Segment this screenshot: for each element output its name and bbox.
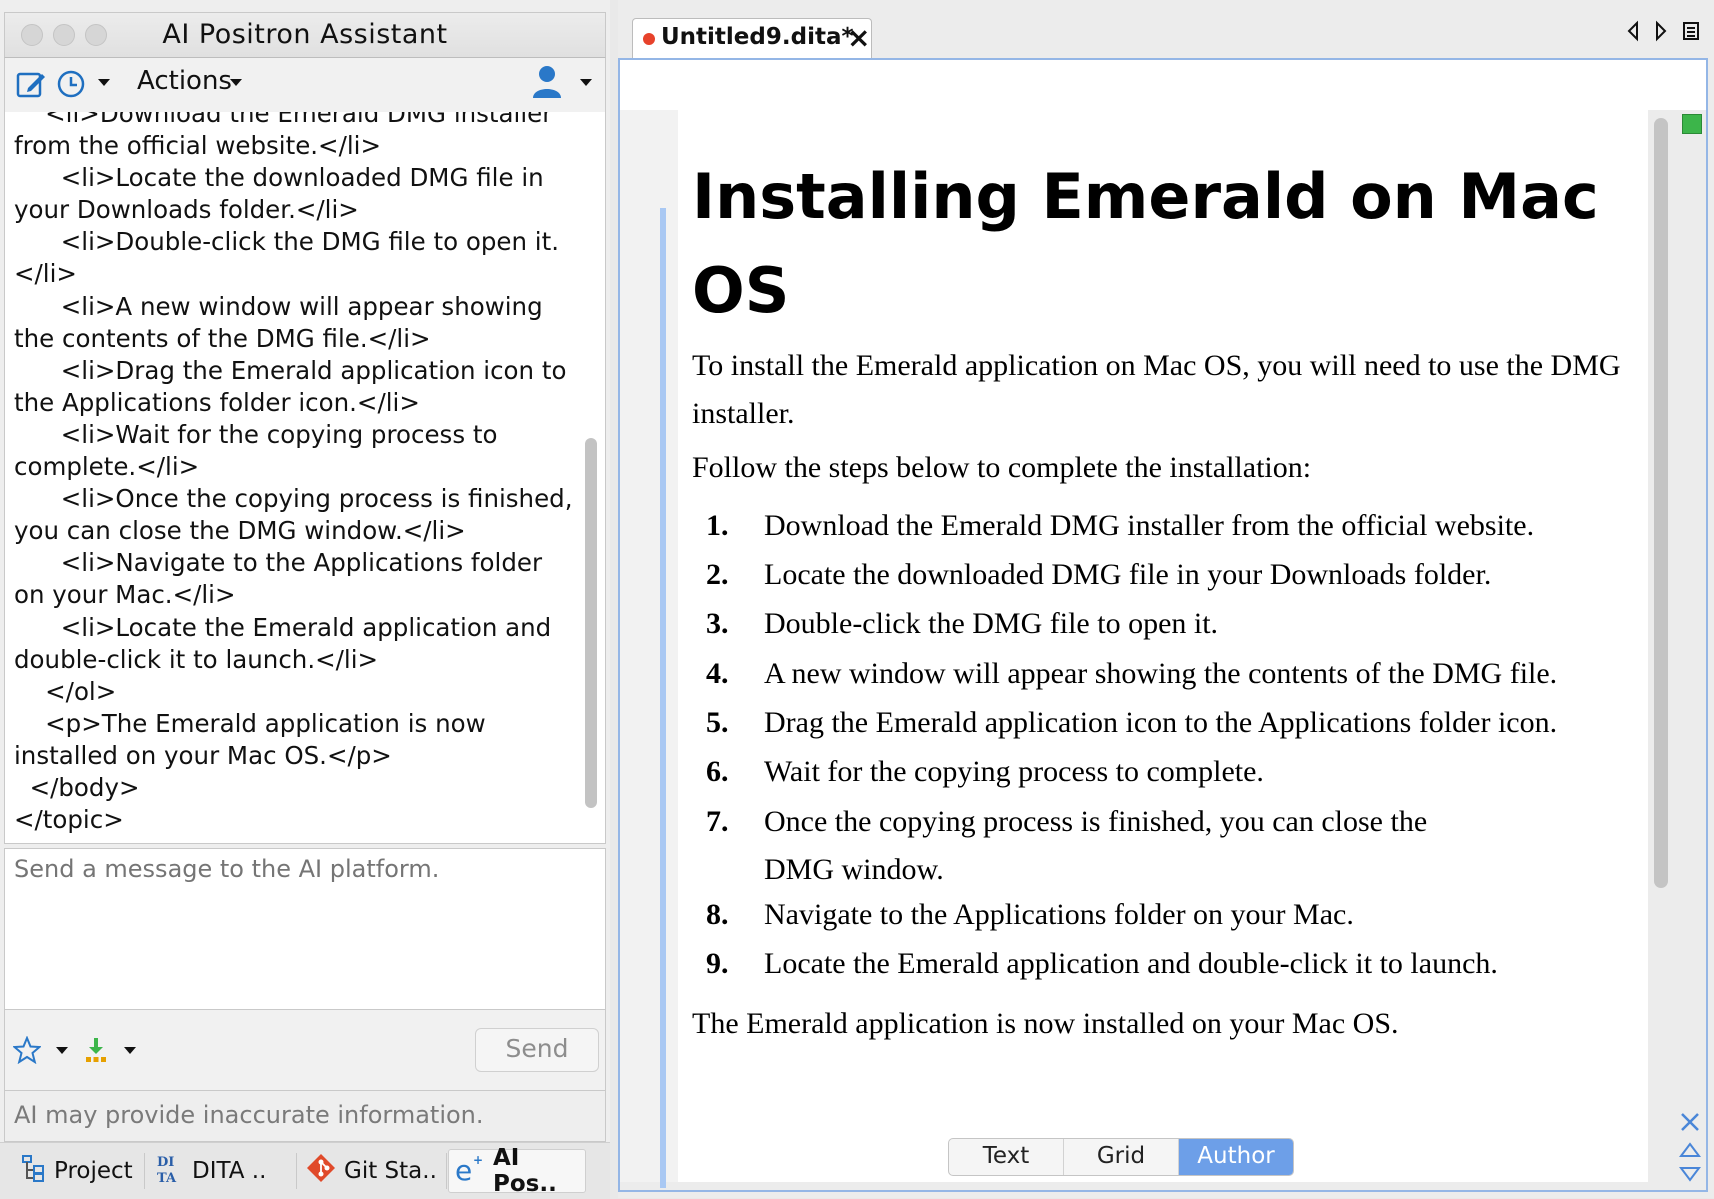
tab-navigation — [1626, 20, 1700, 48]
step-number: 3. — [706, 607, 729, 640]
modified-indicator — [643, 33, 655, 45]
element-structure-bar — [660, 208, 666, 1188]
step-text: Navigate to the Applications folder on y… — [764, 898, 1354, 931]
tab-project-label: Project — [54, 1158, 133, 1184]
follow-paragraph: Follow the steps below to complete the i… — [692, 451, 1312, 484]
editor-scrollbar-thumb[interactable] — [1654, 118, 1668, 888]
insert-context-icon[interactable] — [83, 1036, 109, 1068]
scroll-nav-icons — [1678, 1110, 1704, 1190]
step-number: 7. — [706, 805, 729, 838]
editor-gutter — [620, 110, 679, 1188]
user-dropdown-icon[interactable] — [579, 72, 593, 96]
chat-response-code: <li>Download the Emerald DMG installer f… — [14, 112, 573, 835]
step-text: Download the Emerald DMG installer from … — [764, 509, 1535, 542]
step-number: 1. — [706, 509, 729, 542]
favorites-star-icon[interactable] — [11, 1035, 43, 1068]
tab-project[interactable]: Project — [20, 1149, 138, 1193]
message-input[interactable] — [4, 848, 606, 1010]
input-toolbar: Send — [4, 1010, 606, 1090]
tab-git-staging[interactable]: Git Sta.. — [306, 1149, 442, 1193]
disclaimer-text: AI may provide inaccurate information. — [14, 1101, 484, 1129]
tab-dita-maps[interactable]: DI TA DITA .. — [156, 1149, 286, 1193]
new-chat-icon[interactable] — [15, 68, 47, 104]
editor-tab-untitled9[interactable]: Untitled9.dita* × — [632, 18, 872, 60]
user-account-icon[interactable] — [531, 64, 563, 104]
previous-tab-icon[interactable] — [1626, 20, 1640, 48]
tab-ai-positron-label: AI Pos.. — [493, 1145, 557, 1197]
step-number: 5. — [706, 706, 729, 739]
actions-dropdown-icon[interactable] — [229, 72, 243, 96]
svg-text:TA: TA — [157, 1171, 177, 1184]
send-button[interactable]: Send — [475, 1028, 599, 1072]
outro-paragraph: The Emerald application is now installed… — [692, 1007, 1399, 1040]
step-number: 9. — [706, 947, 729, 980]
document-title: Installing Emerald on Mac OS — [692, 160, 1599, 327]
chat-scrollbar-thumb[interactable] — [585, 438, 597, 808]
document-valid-marker[interactable] — [1682, 114, 1702, 134]
next-occurrence-icon[interactable] — [1678, 1164, 1704, 1190]
author-editing-area[interactable]: Installing Emerald on Mac OS To install … — [678, 110, 1650, 1182]
intro-paragraph: To install the Emerald application on Ma… — [692, 349, 1621, 430]
editor-frame: Installing Emerald on Mac OS To install … — [618, 58, 1708, 1192]
favorites-dropdown-icon[interactable] — [55, 1040, 69, 1064]
breadcrumb-bar — [620, 60, 1706, 111]
context-dropdown-icon[interactable] — [123, 1040, 137, 1064]
assistant-title: AI Positron Assistant — [162, 19, 448, 50]
editor-panel: Untitled9.dita* × Installing Emerald on … — [618, 0, 1714, 1198]
step-text: Double-click the DMG file to open it. — [764, 607, 1219, 640]
svg-text:e: e — [455, 1154, 472, 1183]
step-text: Once the copying process is finished, yo… — [764, 805, 1428, 886]
step-number: 6. — [706, 755, 729, 788]
mode-tab-grid[interactable]: Grid — [1064, 1139, 1179, 1175]
tab-ai-positron[interactable]: e + AI Pos.. — [448, 1145, 586, 1197]
dita-icon: DI TA — [156, 1152, 184, 1190]
history-icon[interactable] — [55, 68, 87, 104]
tab-list-icon[interactable] — [1682, 20, 1700, 48]
step-text: Wait for the copying process to complete… — [764, 755, 1264, 788]
chat-history[interactable]: <li>Download the Emerald DMG installer f… — [4, 112, 606, 844]
step-text: A new window will appear showing the con… — [764, 657, 1558, 690]
project-icon — [20, 1154, 46, 1188]
svg-text:+: + — [473, 1153, 483, 1167]
side-view-tabs: Project DI TA DITA .. Git Sta.. e + AI Pos… — [0, 1142, 610, 1199]
step-text: Drag the Emerald application icon to the… — [764, 706, 1558, 739]
step-number: 8. — [706, 898, 729, 931]
tab-git-label: Git Sta.. — [344, 1158, 437, 1184]
actions-menu[interactable]: Actions — [137, 66, 232, 96]
step-number: 2. — [706, 558, 729, 591]
tab-dita-label: DITA .. — [192, 1158, 267, 1184]
close-find-icon[interactable] — [1678, 1110, 1704, 1138]
history-dropdown-icon[interactable] — [97, 72, 111, 96]
previous-occurrence-icon[interactable] — [1678, 1138, 1704, 1164]
ai-positron-icon: e + — [455, 1153, 485, 1189]
step-text: Locate the Emerald application and doubl… — [764, 947, 1498, 980]
mode-tab-author[interactable]: Author — [1179, 1139, 1293, 1175]
git-icon — [306, 1153, 336, 1189]
svg-text:DI: DI — [157, 1155, 174, 1170]
editor-tab-title: Untitled9.dita* — [661, 24, 854, 50]
editing-mode-tabs: Text Grid Author — [948, 1138, 1294, 1176]
ai-assistant-panel: AI Positron Assistant Actions <li>Downlo… — [0, 0, 610, 1199]
step-number: 4. — [706, 657, 729, 690]
mode-tab-text[interactable]: Text — [949, 1139, 1064, 1175]
disclaimer-bar: AI may provide inaccurate information. — [4, 1090, 606, 1142]
close-tab-icon[interactable]: × — [847, 21, 870, 54]
next-tab-icon[interactable] — [1654, 20, 1668, 48]
assistant-title-bar: AI Positron Assistant — [4, 12, 606, 58]
step-text: Locate the downloaded DMG file in your D… — [764, 558, 1492, 591]
editor-scrollbar[interactable] — [1648, 110, 1706, 1182]
assistant-toolbar: Actions — [4, 58, 606, 112]
